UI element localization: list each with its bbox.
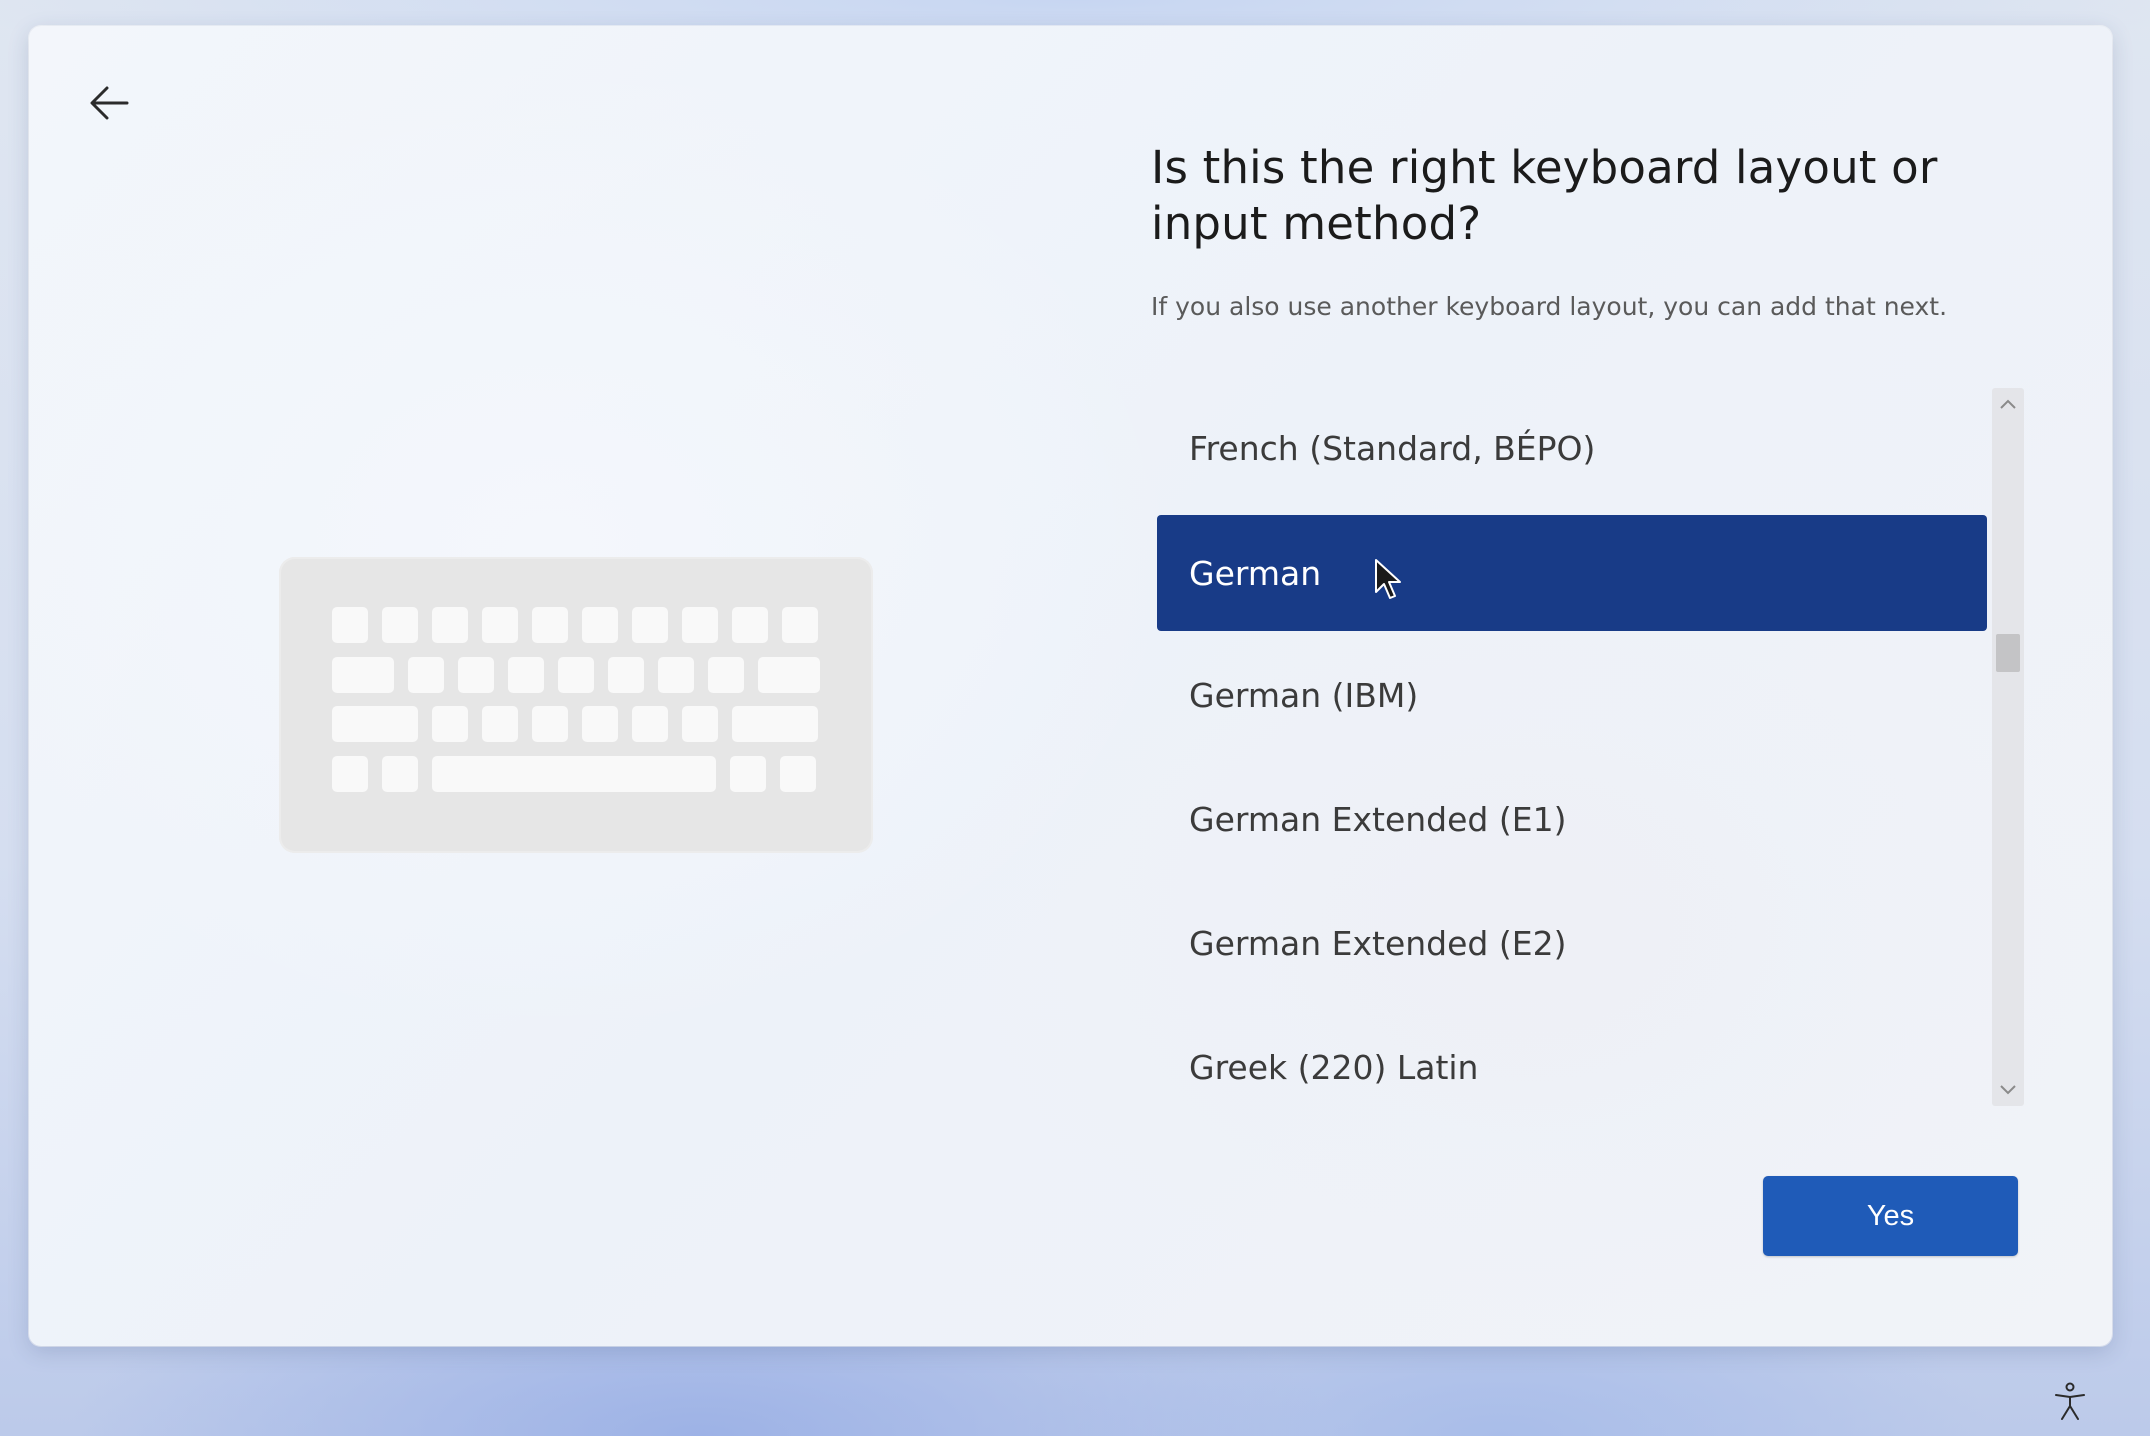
keyboard-layout-list[interactable]: French (Standard, BÉPO) German German (I…	[1157, 390, 1987, 1105]
accessibility-icon	[2055, 1382, 2085, 1420]
keyboard-row	[332, 657, 820, 693]
arrow-left-icon	[90, 86, 129, 120]
page-title: Is this the right keyboard layout or inp…	[1151, 141, 1938, 250]
list-item-german[interactable]: German	[1157, 515, 1987, 631]
list-item-label: German (IBM)	[1189, 675, 1419, 715]
list-item-french-bepo[interactable]: French (Standard, BÉPO)	[1157, 390, 1987, 506]
page-subtitle: If you also use another keyboard layout,…	[1151, 292, 1948, 321]
scroll-up-button[interactable]	[1992, 390, 2024, 418]
keyboard-illustration	[279, 557, 873, 853]
keyboard-row	[332, 756, 816, 792]
keyboard-row	[332, 706, 818, 742]
list-item-label: German	[1189, 553, 1322, 593]
list-item-label: French (Standard, BÉPO)	[1189, 428, 1596, 468]
chevron-up-icon	[2000, 399, 2016, 409]
list-item-german-extended-e2[interactable]: German Extended (E2)	[1157, 885, 1987, 1001]
list-item-german-extended-e1[interactable]: German Extended (E1)	[1157, 761, 1987, 877]
keyboard-row	[332, 607, 818, 643]
scroll-down-button[interactable]	[1992, 1076, 2024, 1104]
back-button[interactable]	[79, 76, 139, 130]
scroll-thumb[interactable]	[1996, 634, 2020, 672]
list-item-label: German Extended (E1)	[1189, 799, 1567, 839]
list-item-greek-220-latin[interactable]: Greek (220) Latin	[1157, 1009, 1987, 1105]
accessibility-button[interactable]	[2050, 1380, 2090, 1424]
yes-button[interactable]: Yes	[1763, 1176, 2018, 1256]
list-item-german-ibm[interactable]: German (IBM)	[1157, 637, 1987, 753]
list-item-label: Greek (220) Latin	[1189, 1047, 1479, 1087]
list-scrollbar[interactable]	[1992, 388, 2024, 1106]
list-item-label: German Extended (E2)	[1189, 923, 1567, 963]
chevron-down-icon	[2000, 1085, 2016, 1095]
